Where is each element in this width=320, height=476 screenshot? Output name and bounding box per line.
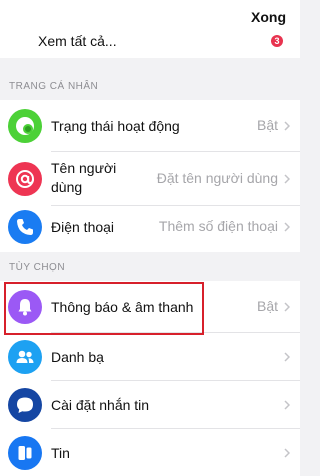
row-value: Bật xyxy=(256,117,278,133)
highlight-box xyxy=(4,282,204,335)
section-title-options: TÙY CHỌN xyxy=(9,262,66,273)
at-sign-icon xyxy=(8,162,42,196)
chevron-right-icon xyxy=(284,222,290,232)
row-label: Trạng thái hoạt động xyxy=(51,118,180,134)
row-value: Đặt tên người dùng xyxy=(156,170,278,186)
chevron-right-icon xyxy=(284,174,290,184)
phone-icon xyxy=(8,210,42,244)
row-value: Thêm số điện thoại xyxy=(158,218,278,234)
top-bar: Xong Xem tất cả... 3 xyxy=(0,0,300,58)
chevron-right-icon xyxy=(284,121,290,131)
see-all-link[interactable]: Xem tất cả... xyxy=(38,33,117,49)
chevron-right-icon xyxy=(284,352,290,362)
profile-group: Trạng thái hoạt động Bật Tên người dùng … xyxy=(0,100,300,252)
row-label-line1: Tên người xyxy=(51,160,117,176)
stories-icon xyxy=(8,436,42,470)
chevron-right-icon xyxy=(284,302,290,312)
section-title-profile: TRANG CÁ NHÂN xyxy=(9,81,99,92)
active-status-icon xyxy=(8,109,42,143)
row-label: Danh bạ xyxy=(51,349,104,365)
row-label: Cài đặt nhắn tin xyxy=(51,397,150,413)
chat-bubble-icon xyxy=(8,388,42,422)
row-active-status[interactable]: Trạng thái hoạt động Bật xyxy=(0,100,300,152)
row-label: Tin xyxy=(51,445,70,461)
row-stories[interactable]: Tin xyxy=(0,429,300,476)
notification-badge: 3 xyxy=(271,35,283,47)
row-message-settings[interactable]: Cài đặt nhắn tin xyxy=(0,381,300,429)
row-label: Điện thoại xyxy=(51,219,115,235)
done-button[interactable]: Xong xyxy=(251,9,286,25)
row-contacts[interactable]: Danh bạ xyxy=(0,333,300,381)
row-username[interactable]: Tên người dùng Đặt tên người dùng xyxy=(0,152,300,206)
row-label-line2: dùng xyxy=(51,179,83,195)
contacts-icon xyxy=(8,340,42,374)
chevron-right-icon xyxy=(284,448,290,458)
chevron-right-icon xyxy=(284,400,290,410)
row-value: Bật xyxy=(256,298,278,314)
row-phone[interactable]: Điện thoại Thêm số điện thoại xyxy=(0,206,300,252)
